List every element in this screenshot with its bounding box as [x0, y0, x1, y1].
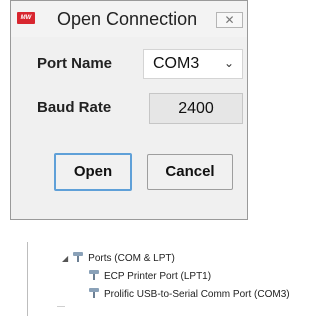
tree-item-label: ECP Printer Port (LPT1): [104, 271, 212, 282]
tree-divider: [57, 306, 65, 307]
expand-arrow-icon[interactable]: ◢: [62, 254, 68, 263]
tree-item-ports-group[interactable]: ◢ Ports (COM & LPT): [62, 252, 175, 264]
cancel-button[interactable]: Cancel: [147, 154, 233, 190]
dialog-titlebar: MW Open Connection ✕: [11, 1, 247, 37]
dialog-title: Open Connection: [57, 9, 198, 29]
chevron-down-icon[interactable]: ⌄: [224, 56, 234, 70]
open-button[interactable]: Open: [54, 153, 132, 191]
tree-item-prolific-serial-port[interactable]: Prolific USB-to-Serial Comm Port (COM3): [88, 288, 290, 300]
port-icon: [88, 288, 100, 298]
ports-group-label: Ports (COM & LPT): [88, 253, 175, 264]
close-button[interactable]: ✕: [216, 12, 243, 28]
open-connection-dialog: MW Open Connection ✕ Port Name COM3 ⌄ Ba…: [10, 0, 248, 220]
app-logo-icon: MW: [17, 12, 35, 24]
tree-item-ecp-printer-port[interactable]: ECP Printer Port (LPT1): [88, 270, 211, 282]
baud-rate-field[interactable]: 2400: [149, 93, 243, 124]
tree-guide-line: [27, 242, 28, 316]
port-name-value: COM3: [153, 55, 200, 72]
port-icon: [72, 252, 84, 262]
tree-item-label: Prolific USB-to-Serial Comm Port (COM3): [104, 289, 290, 300]
port-icon: [88, 270, 100, 280]
close-icon[interactable]: ✕: [224, 13, 234, 27]
baud-rate-label: Baud Rate: [37, 99, 112, 116]
port-name-select[interactable]: COM3 ⌄: [143, 49, 243, 79]
port-name-label: Port Name: [37, 55, 113, 72]
